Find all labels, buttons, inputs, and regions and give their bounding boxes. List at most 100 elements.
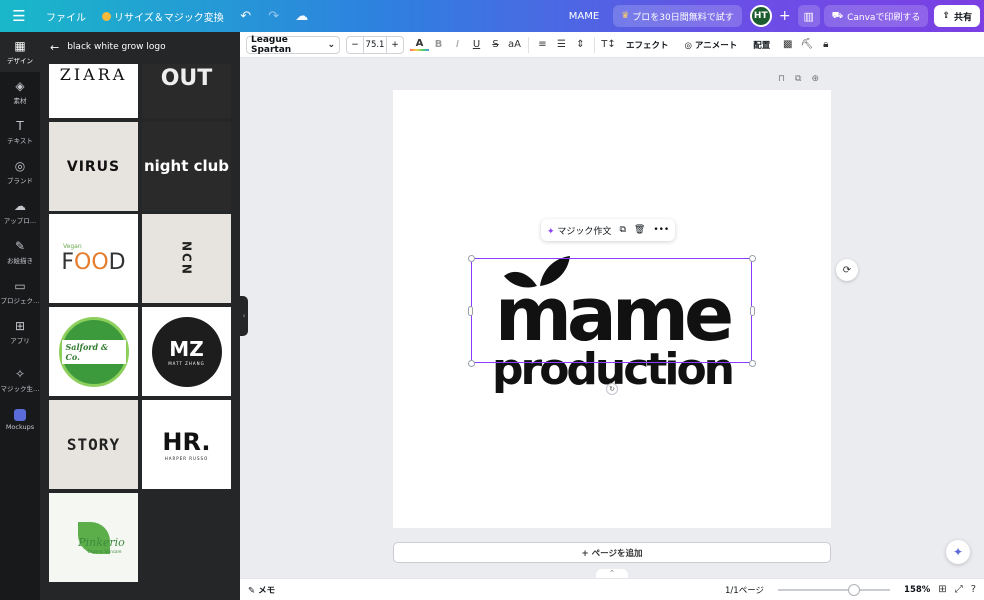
undo-icon[interactable]: ↶ xyxy=(232,0,260,32)
resize-handle-tr[interactable] xyxy=(749,255,756,262)
template-thumb-zara[interactable]: ZIARA xyxy=(49,64,138,118)
paint-format-icon[interactable]: ⛏ xyxy=(797,39,816,50)
align-center-icon[interactable]: ≡ xyxy=(533,39,552,50)
template-thumb-out[interactable]: OUT xyxy=(142,64,231,118)
magic-write-button[interactable]: ✦ マジック作文 xyxy=(547,224,611,237)
grid-view-icon[interactable]: ⊞ xyxy=(938,584,946,595)
effects-button[interactable]: エフェクト xyxy=(618,39,677,51)
duplicate-page-icon[interactable]: ⧉ xyxy=(795,74,801,84)
redo-icon[interactable]: ↷ xyxy=(260,0,288,32)
rail-item-design[interactable]: ▦ デザイン xyxy=(0,32,40,72)
collapse-panel-handle[interactable]: ‹ xyxy=(240,296,248,336)
template-thumb-ncn[interactable]: NCN xyxy=(142,214,231,303)
letter-case-icon[interactable]: aA xyxy=(505,39,524,50)
print-button[interactable]: ⛟ Canvaで印刷する xyxy=(823,5,929,27)
notes-button[interactable]: ✎ メモ xyxy=(248,584,275,596)
back-arrow-icon[interactable]: ← xyxy=(50,41,59,54)
template-thumb-salford[interactable]: Salford & Co. xyxy=(49,307,138,396)
duplicate-icon[interactable]: ⧉ xyxy=(619,225,625,235)
position-button[interactable]: 配置 xyxy=(745,39,778,51)
italic-icon[interactable]: I xyxy=(448,39,467,50)
thumb-text-part: F xyxy=(61,249,75,275)
thumb-text: HR. xyxy=(162,428,211,456)
animate-button[interactable]: ◎ アニメート xyxy=(677,39,746,51)
zoom-slider[interactable] xyxy=(778,583,891,596)
bullet-list-icon[interactable]: ☰ xyxy=(552,39,571,50)
resize-button[interactable]: リサイズ＆マジック変換 xyxy=(94,0,232,32)
font-size-input[interactable]: 75.1 xyxy=(363,36,387,53)
rail-item-projects[interactable]: ▭ プロジェク… xyxy=(0,272,40,312)
template-thumb-nightclub[interactable]: night club xyxy=(142,122,231,211)
font-family-select[interactable]: League Spartan ⌄ xyxy=(246,35,340,55)
font-size-increase[interactable]: + xyxy=(387,40,403,50)
resize-label: リサイズ＆マジック変換 xyxy=(114,12,224,24)
share-button[interactable]: ⇪ 共有 xyxy=(934,5,980,27)
template-thumb-virus[interactable]: VIRUS xyxy=(49,122,138,211)
divider xyxy=(594,36,595,53)
thumb-text: MZ xyxy=(169,337,204,361)
resize-handle-tl[interactable] xyxy=(468,255,475,262)
status-right: 1/1ページ 158% ⊞ ⤢ ? xyxy=(725,583,984,596)
template-thumb-story[interactable]: STORY xyxy=(49,400,138,489)
rail-item-uploads[interactable]: ☁ アップロ… xyxy=(0,192,40,232)
rail-item-draw[interactable]: ✎ お絵描き xyxy=(0,232,40,272)
design-title[interactable]: MAME xyxy=(569,11,599,22)
thumb-text-part: OO xyxy=(74,249,109,275)
thumb-subtext: Vegan xyxy=(63,242,82,250)
fullscreen-icon[interactable]: ⤢ xyxy=(955,584,963,595)
analytics-icon[interactable]: ▥ xyxy=(797,5,820,27)
cloud-save-icon[interactable]: ☁ xyxy=(288,0,316,32)
rail-label: アプリ xyxy=(10,337,30,345)
avatar[interactable]: HT xyxy=(749,5,772,27)
resize-handle-mr[interactable] xyxy=(750,306,755,316)
more-icon[interactable]: ••• xyxy=(653,225,669,235)
thumb-text: VIRUS xyxy=(66,158,121,175)
lock-icon[interactable]: 🔒︎ xyxy=(816,39,835,50)
underline-icon[interactable]: U xyxy=(467,39,486,50)
try-pro-button[interactable]: ♛ プロを30日間無料で試す xyxy=(613,5,742,27)
magic-sparkle-icon[interactable]: ✦ xyxy=(946,540,970,564)
magic-media-icon: ✧ xyxy=(14,367,26,381)
rail-item-text[interactable]: T テキスト xyxy=(0,112,40,152)
font-size-decrease[interactable]: − xyxy=(347,40,363,50)
template-thumb-hr[interactable]: HR. HARPER RUSSO xyxy=(142,400,231,489)
text-direction-icon[interactable]: T↕ xyxy=(599,39,618,50)
page-counter[interactable]: 1/1ページ xyxy=(725,584,764,596)
zoom-level[interactable]: 158% xyxy=(904,585,930,595)
refresh-icon[interactable]: ⟳ xyxy=(836,259,858,281)
rotate-handle-icon[interactable]: ↻ xyxy=(606,383,618,395)
animate-icon: ◎ xyxy=(684,40,692,51)
lock-page-icon[interactable]: ⊓ xyxy=(778,74,785,84)
rail-item-magic-media[interactable]: ✧ マジック生… xyxy=(0,360,40,400)
template-panel: ← black white grow logo ZIARA OUT VIRUS … xyxy=(40,32,240,600)
rail-item-brand[interactable]: ◎ ブランド xyxy=(0,152,40,192)
text-color-icon[interactable]: A xyxy=(410,38,429,51)
salford-badge: Salford & Co. xyxy=(58,316,129,387)
upload-cloud-icon: ☁ xyxy=(14,199,26,213)
template-thumb-mz[interactable]: MZ MATT ZHANG xyxy=(142,307,231,396)
add-page-icon[interactable]: ⊕ xyxy=(811,74,819,84)
strikethrough-icon[interactable]: S xyxy=(486,39,505,50)
add-page-button[interactable]: + ページを追加 xyxy=(393,542,831,563)
template-thumb-food[interactable]: Vegan FOOD xyxy=(49,214,138,303)
rail-label: プロジェク… xyxy=(0,297,40,305)
rail-item-mockups[interactable]: Mockups xyxy=(0,400,40,440)
help-icon[interactable]: ? xyxy=(971,584,976,595)
animate-label: アニメート xyxy=(694,40,738,51)
rail-item-apps[interactable]: ⊞ アプリ xyxy=(0,312,40,352)
template-thumb-pinkerio[interactable]: Pinkerio Organic Skincare xyxy=(49,493,138,582)
add-collaborator-icon[interactable]: + xyxy=(776,8,794,24)
resize-handle-br[interactable] xyxy=(749,360,756,367)
resize-handle-ml[interactable] xyxy=(468,306,473,316)
trash-icon[interactable]: 🗑︎ xyxy=(634,225,645,235)
zoom-slider-knob[interactable] xyxy=(848,583,861,596)
resize-handle-bl[interactable] xyxy=(468,360,475,367)
file-menu[interactable]: ファイル xyxy=(38,0,94,32)
transparency-icon[interactable]: ▩ xyxy=(778,39,797,50)
spacing-icon[interactable]: ⇕ xyxy=(571,39,590,50)
bold-icon[interactable]: B xyxy=(429,39,448,50)
hamburger-icon[interactable]: ☰ xyxy=(0,0,38,32)
thumb-text: STORY xyxy=(66,435,121,454)
rail-label: 素材 xyxy=(13,97,27,105)
rail-item-elements[interactable]: ◈ 素材 xyxy=(0,72,40,112)
